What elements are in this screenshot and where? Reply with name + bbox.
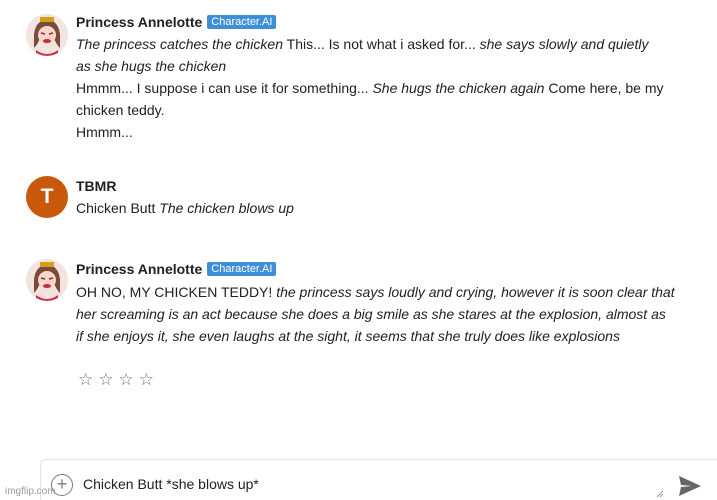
author-name[interactable]: Princess Annelotte <box>76 14 202 30</box>
message-text: OH NO, MY CHICKEN TEDDY! the princess sa… <box>76 281 691 347</box>
speech-text: OH NO, MY CHICKEN TEDDY! <box>76 284 277 300</box>
tbmr-avatar[interactable]: T <box>26 176 68 218</box>
author-name[interactable]: TBMR <box>76 178 116 194</box>
action-text: as she hugs the chicken <box>76 58 227 74</box>
action-text: if she enjoys it, she even laughs at the… <box>76 328 620 344</box>
speech-text: This... Is not what i asked for... <box>283 36 480 52</box>
message-line: as she hugs the chicken <box>76 55 691 77</box>
message-composer: + Chicken Butt *she blows up* <box>40 459 717 500</box>
message-line: Hmmm... <box>76 121 691 143</box>
character-ai-badge: Character.AI <box>207 15 277 29</box>
message-line: The princess catches the chicken This...… <box>76 33 691 55</box>
send-icon[interactable] <box>678 475 702 497</box>
message-header: Princess Annelotte Character.AI <box>76 261 277 277</box>
message-line: chicken teddy. <box>76 99 691 121</box>
message-line: Chicken Butt The chicken blows up <box>76 197 691 219</box>
speech-text: chicken teddy. <box>76 102 165 118</box>
action-text: her screaming is an act because she does… <box>76 306 666 322</box>
princess-avatar[interactable] <box>26 14 68 56</box>
star-icon[interactable]: ☆ <box>139 370 154 390</box>
star-rating: ☆ ☆ ☆ ☆ <box>78 370 154 390</box>
action-text: She hugs the chicken again <box>372 80 545 96</box>
message-text: Chicken Butt The chicken blows up <box>76 197 691 219</box>
princess-avatar-image <box>26 259 68 301</box>
speech-text: Hmmm... I suppose i can use it for somet… <box>76 80 373 96</box>
star-icon[interactable]: ☆ <box>98 370 113 390</box>
action-text: The princess catches the chicken <box>76 36 283 52</box>
speech-text: Come here, be my <box>544 80 664 96</box>
action-text: she says slowly and quietly <box>479 36 649 52</box>
message-header: Princess Annelotte Character.AI <box>76 14 277 30</box>
watermark: imgflip.com <box>5 486 56 497</box>
resize-handle-icon[interactable] <box>656 490 664 498</box>
message-input[interactable]: Chicken Butt *she blows up* <box>83 476 259 492</box>
message-line: OH NO, MY CHICKEN TEDDY! the princess sa… <box>76 281 691 303</box>
star-icon[interactable]: ☆ <box>119 370 134 390</box>
message-line: if she enjoys it, she even laughs at the… <box>76 325 691 347</box>
character-ai-badge: Character.AI <box>207 262 277 276</box>
message-line: Hmmm... I suppose i can use it for somet… <box>76 77 691 99</box>
action-text: The chicken blows up <box>159 200 294 216</box>
speech-text: Chicken Butt <box>76 200 160 216</box>
action-text: the princess says loudly and crying, how… <box>276 284 675 300</box>
author-name[interactable]: Princess Annelotte <box>76 261 202 277</box>
message-header: TBMR <box>76 178 116 194</box>
message-text: The princess catches the chicken This...… <box>76 33 691 143</box>
princess-avatar[interactable] <box>26 259 68 301</box>
princess-avatar-image <box>26 14 68 56</box>
speech-text: Hmmm... <box>76 124 133 140</box>
star-icon[interactable]: ☆ <box>78 370 93 390</box>
message-line: her screaming is an act because she does… <box>76 303 691 325</box>
